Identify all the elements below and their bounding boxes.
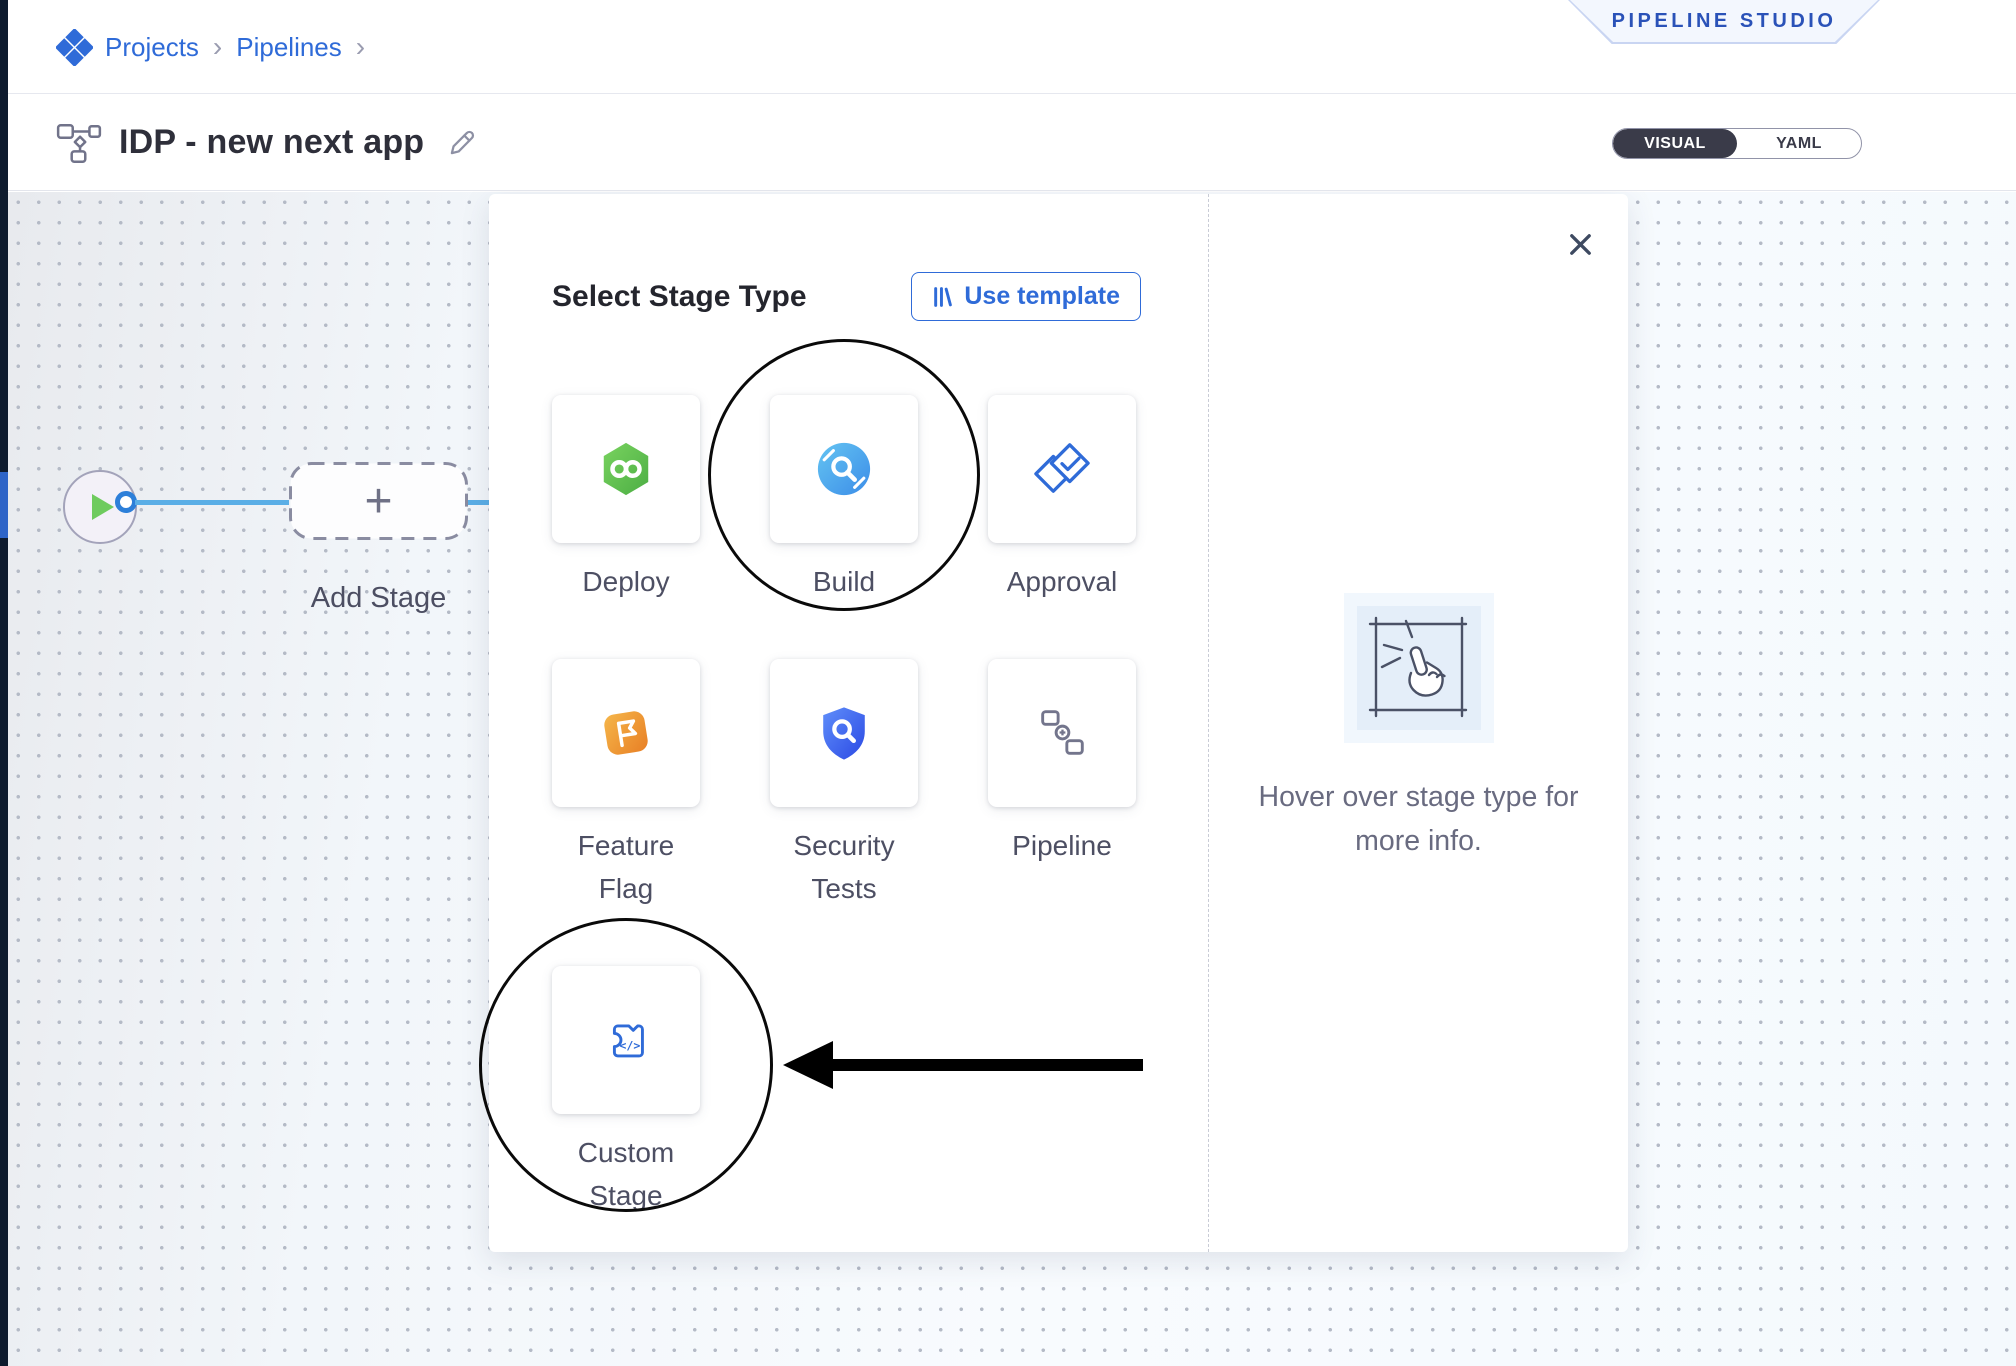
stage-label: Build: [813, 560, 875, 603]
svg-text:</>: </>: [619, 1038, 640, 1052]
use-template-button[interactable]: Use template: [911, 272, 1141, 321]
build-icon: [815, 440, 873, 498]
deploy-icon: [597, 440, 655, 498]
stage-card-build[interactable]: [770, 395, 918, 543]
stage-label: Feature Flag: [552, 824, 700, 910]
visual-yaml-toggle: VISUAL YAML: [1612, 128, 1862, 159]
add-stage-label: Add Stage: [279, 582, 478, 615]
modal-heading: Select Stage Type: [552, 280, 807, 314]
pipeline-studio-badge: PIPELINE STUDIO: [1568, 0, 1880, 44]
stage-cell-feature-flag: Feature Flag: [552, 659, 700, 910]
nav-active-indicator: [0, 472, 8, 538]
breadcrumb-separator: ›: [356, 31, 365, 63]
pipeline-studio-badge-label: PIPELINE STUDIO: [1570, 0, 1878, 42]
stage-card-pipeline[interactable]: [988, 659, 1136, 807]
plus-icon: +: [289, 462, 468, 540]
connector-port: [115, 491, 137, 513]
pipeline-canvas: + Add Stage Select Stage Type Use templa…: [8, 192, 2016, 1366]
breadcrumb-separator: ›: [213, 31, 222, 63]
use-template-label: Use template: [964, 282, 1120, 311]
info-panel-text: Hover over stage type for more info.: [1235, 775, 1603, 863]
close-icon: [1565, 229, 1596, 260]
feature-flag-icon: [597, 704, 655, 762]
stage-card-security-tests[interactable]: [770, 659, 918, 807]
stage-cell-custom-stage: </> Custom Stage: [552, 966, 700, 1217]
use-template-icon: [932, 286, 953, 308]
stage-label: Approval: [1007, 560, 1118, 603]
pipeline-studio-app: Projects › Pipelines › PIPELINE STUDIO I…: [0, 0, 2016, 1366]
stage-label: Custom Stage: [552, 1131, 700, 1217]
close-modal-button[interactable]: [1562, 226, 1598, 262]
edit-title-button[interactable]: [446, 127, 478, 159]
play-icon: [92, 494, 114, 520]
approval-icon: [1033, 440, 1091, 498]
stage-cell-pipeline: Pipeline: [988, 659, 1136, 910]
pipeline-icon: [1033, 704, 1091, 762]
select-stage-type-modal: Select Stage Type Use template: [489, 194, 1628, 1252]
pipeline-title-icon: [55, 122, 103, 164]
connector-line: [135, 500, 289, 505]
stage-cell-deploy: Deploy: [552, 395, 700, 603]
toggle-visual[interactable]: VISUAL: [1613, 129, 1737, 158]
toggle-yaml[interactable]: YAML: [1737, 129, 1861, 158]
stage-label: Security Tests: [770, 824, 918, 910]
page-title: IDP - new next app: [119, 123, 424, 162]
breadcrumb: Projects › Pipelines ›: [56, 0, 367, 94]
stage-cell-approval: Approval: [988, 395, 1136, 603]
stage-card-custom-stage[interactable]: </>: [552, 966, 700, 1114]
stage-card-feature-flag[interactable]: [552, 659, 700, 807]
stage-cell-security-tests: Security Tests: [770, 659, 918, 910]
add-stage-button[interactable]: +: [289, 462, 468, 540]
stage-card-approval[interactable]: [988, 395, 1136, 543]
hover-click-illustration: [1344, 593, 1494, 743]
security-tests-icon: [815, 704, 873, 762]
stage-label: Pipeline: [1012, 824, 1112, 867]
breadcrumb-projects[interactable]: Projects: [105, 32, 199, 63]
projects-logo-icon: [56, 29, 93, 66]
stage-info-panel: Hover over stage type for more info.: [1208, 194, 1628, 1252]
stage-card-deploy[interactable]: [552, 395, 700, 543]
breadcrumb-pipelines[interactable]: Pipelines: [236, 32, 342, 63]
stage-label: Deploy: [582, 560, 669, 603]
stage-type-grid: Deploy: [552, 395, 1141, 1217]
stage-cell-build: Build: [770, 395, 918, 603]
custom-stage-icon: </>: [597, 1011, 655, 1069]
edit-pencil-icon: [446, 127, 478, 159]
title-bar: IDP - new next app VISUAL YAML: [8, 95, 2016, 191]
modal-content: Select Stage Type Use template: [489, 194, 1208, 1252]
collapsed-nav-strip: [0, 0, 8, 1366]
